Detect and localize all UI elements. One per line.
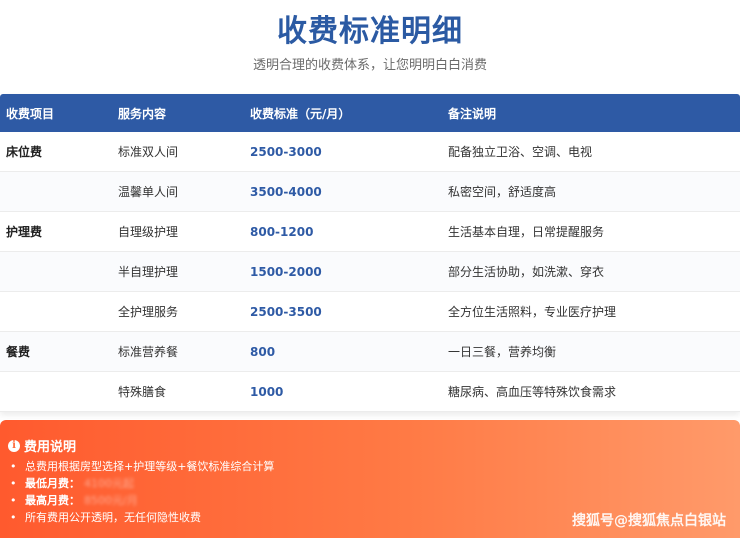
row-service: 标准营养餐 [118,345,179,359]
watermark: 搜狐号@搜狐焦点白银站 [572,513,726,529]
column-header-service: 服务内容 [118,106,167,121]
row-price: 800 [250,344,276,359]
note-item: 总费用根据房型选择+护理等级+餐饮标准综合计算 [10,458,274,475]
note-text: 所有费用公开透明，无任何隐性收费 [25,511,201,524]
row-category: 床位费 [6,145,43,159]
note-blurred-value: 4100元起 [84,477,134,490]
row-price: 3500-4000 [250,184,322,199]
notes-title: 费用说明 [24,440,77,455]
row-service: 全护理服务 [118,305,179,319]
row-service: 自理级护理 [118,225,179,239]
table-header: 收费项目 服务内容 收费标准（元/月） 备注说明 [0,94,740,132]
row-service: 半自理护理 [118,265,179,279]
page: 收费标准明细 透明合理的收费体系，让您明明白白消费 收费项目 服务内容 收费标准… [0,0,740,538]
table-row: 餐费 标准营养餐 800 一日三餐，营养均衡 [0,332,740,372]
row-note: 糖尿病、高血压等特殊饮食需求 [448,385,617,399]
column-header-price: 收费标准（元/月） [250,106,351,121]
table-row: 温馨单人间 3500-4000 私密空间，舒适度高 [0,172,740,212]
row-note: 生活基本自理，日常提醒服务 [448,225,605,239]
row-note: 全方位生活照料，专业医疗护理 [448,305,617,319]
notes-heading: i 费用说明 [8,436,76,455]
row-category: 护理费 [6,225,43,239]
table-row: 全护理服务 2500-3500 全方位生活照料，专业医疗护理 [0,292,740,332]
row-note: 一日三餐，营养均衡 [448,345,557,359]
info-icon: i [8,439,20,452]
table-row: 半自理护理 1500-2000 部分生活协助，如洗漱、穿衣 [0,252,740,292]
note-item: 所有费用公开透明，无任何隐性收费 [10,509,274,526]
note-item: 最高月费： 8500元/月 [10,492,274,509]
table-row: 护理费 自理级护理 800-1200 生活基本自理，日常提醒服务 [0,212,740,252]
note-text: 总费用根据房型选择+护理等级+餐饮标准综合计算 [25,460,275,473]
note-label: 最高月费： [25,494,80,507]
row-note: 配备独立卫浴、空调、电视 [448,145,593,159]
column-header-note: 备注说明 [448,106,497,121]
fee-table: 收费项目 服务内容 收费标准（元/月） 备注说明 床位费 标准双人间 2500-… [0,94,740,412]
row-note: 部分生活协助，如洗漱、穿衣 [448,265,605,279]
table-row: 特殊膳食 1000 糖尿病、高血压等特殊饮食需求 [0,372,740,412]
row-price: 2500-3500 [250,304,322,319]
row-price: 1000 [250,384,284,399]
row-price: 800-1200 [250,224,314,239]
note-blurred-value: 8500元/月 [84,494,138,507]
notes-list: 总费用根据房型选择+护理等级+餐饮标准综合计算 最低月费： 4100元起 最高月费… [10,458,274,526]
row-service: 温馨单人间 [118,185,179,199]
fee-notes-panel: i 费用说明 总费用根据房型选择+护理等级+餐饮标准综合计算 最低月费： 4100… [0,420,740,538]
row-category: 餐费 [6,345,31,359]
row-service: 标准双人间 [118,145,179,159]
row-price: 2500-3000 [250,144,322,159]
column-header-item: 收费项目 [6,106,55,121]
row-note: 私密空间，舒适度高 [448,185,557,199]
row-service: 特殊膳食 [118,385,167,399]
note-label: 最低月费： [25,477,80,490]
row-price: 1500-2000 [250,264,322,279]
note-item: 最低月费： 4100元起 [10,475,274,492]
page-subtitle: 透明合理的收费体系，让您明明白白消费 [252,58,487,73]
table-row: 床位费 标准双人间 2500-3000 配备独立卫浴、空调、电视 [0,132,740,172]
page-title: 收费标准明细 [277,14,463,49]
